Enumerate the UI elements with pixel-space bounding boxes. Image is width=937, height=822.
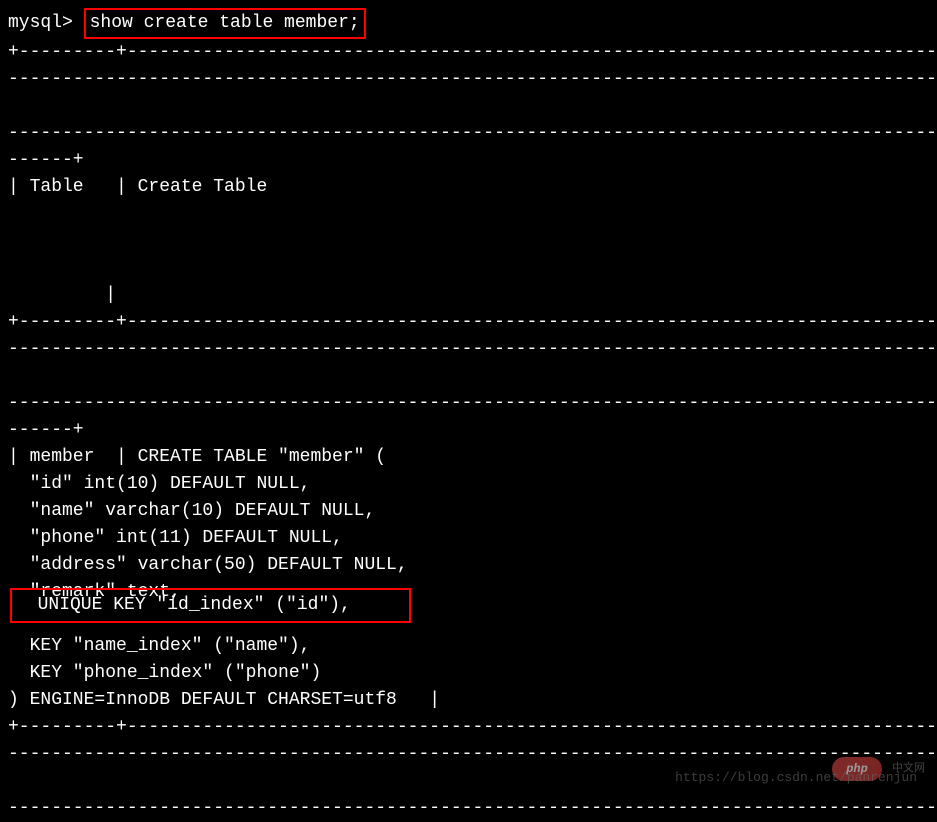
separator-line: ----------------------------------------… — [8, 741, 929, 768]
spacer-line: | — [8, 282, 929, 309]
separator-line: ----------------------------------------… — [8, 120, 929, 147]
separator-line — [8, 93, 929, 120]
spacer-line — [8, 201, 929, 228]
separator-line: ----------------------------------------… — [8, 795, 929, 822]
mysql-prompt: mysql> — [8, 10, 84, 37]
separator-line: ----------------------------------------… — [8, 336, 929, 363]
watermark-url: https://blog.csdn.net/panrenjun — [675, 768, 917, 788]
separator-line: +---------+-----------------------------… — [8, 39, 929, 66]
table-header: | Table | Create Table — [8, 174, 929, 201]
separator-line: +---------+-----------------------------… — [8, 309, 929, 336]
command-prompt-line[interactable]: mysql> show create table member; — [8, 8, 929, 39]
highlighted-unique-key: UNIQUE KEY "id_index" ("id"), — [10, 588, 411, 623]
separator-line: +---------+-----------------------------… — [8, 714, 929, 741]
result-row: KEY "phone_index" ("phone") — [8, 660, 929, 687]
separator-line: ------+ — [8, 147, 929, 174]
separator-line: ------+ — [8, 417, 929, 444]
result-row: "address" varchar(50) DEFAULT NULL, — [8, 552, 929, 579]
separator-line — [8, 363, 929, 390]
spacer-line — [8, 255, 929, 282]
separator-line: ----------------------------------------… — [8, 390, 929, 417]
result-row: "id" int(10) DEFAULT NULL, — [8, 471, 929, 498]
highlighted-command: show create table member; — [84, 8, 366, 39]
spacer-line — [8, 228, 929, 255]
result-row: | member | CREATE TABLE "member" ( — [8, 444, 929, 471]
separator-line: ----------------------------------------… — [8, 66, 929, 93]
result-row: "phone" int(11) DEFAULT NULL, — [8, 525, 929, 552]
result-row: KEY "name_index" ("name"), — [8, 633, 929, 660]
result-row: "name" varchar(10) DEFAULT NULL, — [8, 498, 929, 525]
result-row: ) ENGINE=InnoDB DEFAULT CHARSET=utf8 | — [8, 687, 929, 714]
